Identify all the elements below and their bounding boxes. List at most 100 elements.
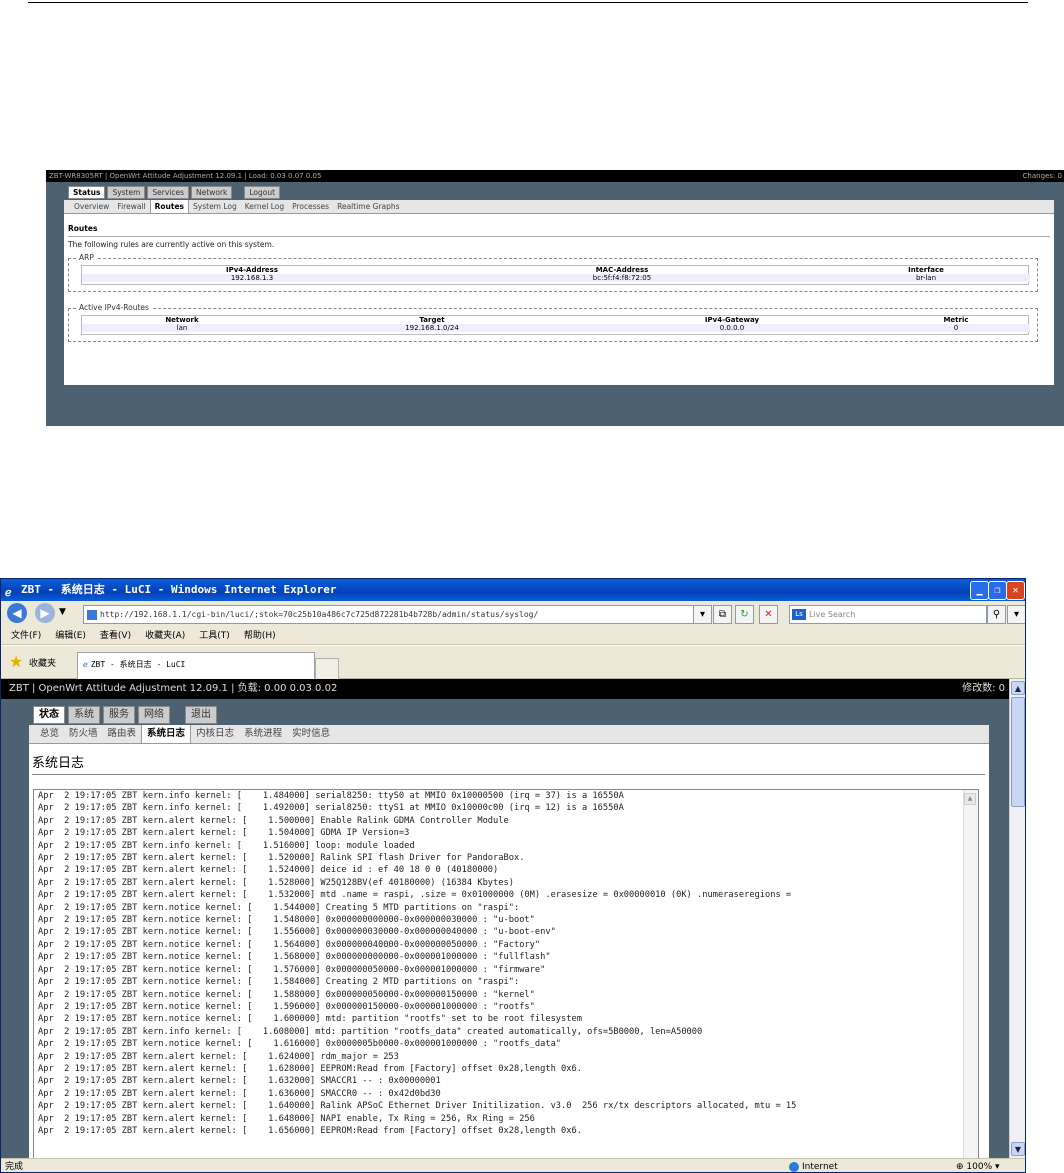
route-cell-metric: 0: [882, 324, 1030, 332]
route-cell-gateway: 0.0.0.0: [582, 324, 882, 332]
search-input[interactable]: Ls Live Search: [789, 605, 987, 624]
tab-system[interactable]: System: [107, 186, 146, 199]
status-bar: 完成 Internet ⊕ 100% ▾: [1, 1158, 1025, 1172]
back-button[interactable]: ◀: [7, 603, 27, 623]
logout-button[interactable]: Logout: [244, 186, 281, 199]
log-line: Apr 2 19:17:05 ZBT kern.alert kernel: [ …: [38, 1088, 441, 1099]
tab-services[interactable]: 服务: [103, 706, 135, 724]
favorites-label[interactable]: 收藏夹: [29, 656, 56, 669]
page-title: Routes: [68, 224, 98, 233]
log-line: Apr 2 19:17:05 ZBT kern.info kernel: [ 1…: [38, 840, 415, 851]
arp-header-ip: IPv4-Address: [225, 266, 279, 274]
header-bar: ZBT-WR8305RT | OpenWrt Attitude Adjustme…: [46, 170, 1064, 182]
refresh-icon[interactable]: ↻: [735, 605, 754, 624]
menu-tools[interactable]: 工具(T): [199, 627, 230, 644]
tab-system[interactable]: 系统: [68, 706, 100, 724]
logout-button[interactable]: 退出: [185, 706, 217, 724]
route-header-gateway: IPv4-Gateway: [704, 316, 760, 324]
stop-icon[interactable]: ✕: [759, 605, 778, 624]
log-line: Apr 2 19:17:05 ZBT kern.notice kernel: […: [38, 915, 535, 926]
subtab-overview[interactable]: Overview: [70, 200, 113, 213]
window-scrollbar[interactable]: ▲ ▼: [1009, 679, 1025, 1158]
log-line: Apr 2 19:17:05 ZBT kern.alert kernel: [ …: [38, 815, 509, 826]
arp-fieldset: ARP IPv4-Address 192.168.1.3 MAC-Address…: [68, 253, 1038, 292]
changes-counter[interactable]: Changes: 0: [1023, 170, 1062, 182]
route-header-metric: Metric: [943, 316, 969, 324]
log-line: Apr 2 19:17:05 ZBT kern.alert kernel: [ …: [38, 828, 410, 839]
subtab-overview[interactable]: 总览: [35, 725, 64, 743]
subtab-routes[interactable]: 路由表: [103, 725, 142, 743]
arp-header-mac: MAC-Address: [595, 266, 649, 274]
live-search-icon: Ls: [792, 609, 806, 620]
tab-network[interactable]: Network: [191, 186, 233, 199]
browser-tab[interactable]: ℯ ZBT - 系统日志 - LuCI: [77, 652, 315, 679]
log-line: Apr 2 19:17:05 ZBT kern.info kernel: [ 1…: [38, 1026, 703, 1037]
changes-counter[interactable]: 修改数: 0: [962, 679, 1005, 699]
menu-help[interactable]: 帮助(H): [244, 627, 276, 644]
log-line: Apr 2 19:17:05 ZBT kern.notice kernel: […: [38, 964, 546, 975]
routes-legend: Active IPv4-Routes: [77, 303, 151, 312]
tab-status[interactable]: 状态: [33, 706, 65, 724]
log-line: Apr 2 19:17:05 ZBT kern.alert kernel: [ …: [38, 1101, 797, 1112]
route-header-network: Network: [165, 316, 199, 324]
log-line: Apr 2 19:17:05 ZBT kern.alert kernel: [ …: [38, 890, 792, 901]
subtab-firewall[interactable]: Firewall: [113, 200, 149, 213]
menu-edit[interactable]: 编辑(E): [55, 627, 86, 644]
zoom-level: 100%: [966, 1162, 993, 1172]
security-zone: Internet: [789, 1159, 838, 1172]
search-options-icon[interactable]: ▾: [1007, 605, 1025, 624]
new-tab-button[interactable]: [315, 658, 339, 679]
subtab-realtime-graphs[interactable]: Realtime Graphs: [333, 200, 403, 213]
search-icon[interactable]: ⚲: [987, 605, 1006, 624]
subtab-system-log[interactable]: System Log: [189, 200, 241, 213]
menu-file[interactable]: 文件(F): [11, 627, 41, 644]
route-header-target: Target: [419, 316, 445, 324]
tab-network[interactable]: 网络: [138, 706, 170, 724]
log-line: Apr 2 19:17:05 ZBT kern.notice kernel: […: [38, 989, 535, 1000]
subtab-processes[interactable]: Processes: [288, 200, 333, 213]
tab-status[interactable]: Status: [68, 186, 106, 199]
menu-favorites[interactable]: 收藏夹(A): [145, 627, 185, 644]
route-col-metric: Metric 0: [882, 316, 1030, 332]
log-scroll-up-icon[interactable]: ▲: [964, 793, 976, 805]
syslog-textarea[interactable]: Apr 2 19:17:05 ZBT kern.info kernel: [ 1…: [33, 789, 979, 1158]
scroll-down-icon[interactable]: ▼: [1011, 1142, 1025, 1156]
log-lines: Apr 2 19:17:05 ZBT kern.info kernel: [ 1…: [34, 790, 978, 1137]
subtab-kernel-log[interactable]: Kernel Log: [241, 200, 288, 213]
arp-header-interface: Interface: [908, 266, 944, 274]
maximize-button[interactable]: ❐: [988, 581, 1007, 600]
globe-icon: [789, 1161, 799, 1172]
favorites-star-icon[interactable]: ★: [9, 652, 23, 671]
search-placeholder: Live Search: [809, 610, 856, 619]
menu-view[interactable]: 查看(V): [100, 627, 131, 644]
log-line: Apr 2 19:17:05 ZBT kern.notice kernel: […: [38, 902, 520, 913]
minimize-button[interactable]: ▁: [970, 581, 989, 600]
scroll-up-icon[interactable]: ▲: [1011, 681, 1025, 695]
log-scrollbar[interactable]: ▲: [963, 790, 978, 1158]
history-dropdown-icon[interactable]: ▼: [59, 607, 66, 617]
subtab-realtime[interactable]: 实时信息: [287, 725, 335, 743]
scroll-thumb[interactable]: [1011, 697, 1025, 807]
route-col-gateway: IPv4-Gateway 0.0.0.0: [582, 316, 882, 332]
arp-cell-mac: bc:5f:f4:f8:72:05: [422, 274, 822, 282]
compat-icon[interactable]: ⧉: [713, 605, 732, 624]
log-line: Apr 2 19:17:05 ZBT kern.info kernel: [ 1…: [38, 791, 624, 801]
subtab-system-log[interactable]: 系统日志: [141, 725, 192, 743]
page-top-rule: [28, 2, 1028, 3]
close-button[interactable]: ✕: [1006, 581, 1025, 600]
subtab-processes[interactable]: 系统进程: [239, 725, 287, 743]
content-panel: Overview Firewall Routes System Log Kern…: [64, 200, 1054, 385]
log-line: Apr 2 19:17:05 ZBT kern.notice kernel: […: [38, 1001, 535, 1012]
log-line: Apr 2 19:17:05 ZBT kern.alert kernel: [ …: [38, 1063, 582, 1074]
zoom-control[interactable]: ⊕ 100% ▾: [956, 1159, 1000, 1172]
subtab-routes[interactable]: Routes: [149, 200, 190, 213]
address-bar[interactable]: http://192.168.1.1/cgi-bin/luci/;stok=70…: [83, 605, 707, 624]
log-line: Apr 2 19:17:05 ZBT kern.notice kernel: […: [38, 952, 551, 963]
log-line: Apr 2 19:17:05 ZBT kern.alert kernel: [ …: [38, 1125, 582, 1136]
tab-services[interactable]: Services: [147, 186, 190, 199]
forward-button[interactable]: ▶: [35, 603, 55, 623]
subtab-kernel-log[interactable]: 内核日志: [191, 725, 239, 743]
subtab-firewall[interactable]: 防火墙: [64, 725, 103, 743]
address-dropdown-icon[interactable]: ▾: [693, 605, 712, 624]
header-title: ZBT-WR8305RT | OpenWrt Attitude Adjustme…: [49, 172, 322, 180]
